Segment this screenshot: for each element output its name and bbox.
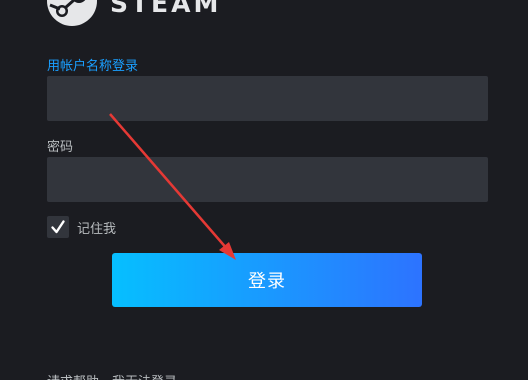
account-name-label: 用帐户名称登录 xyxy=(47,59,139,74)
remember-me[interactable]: 记住我 xyxy=(47,216,116,238)
login-button[interactable]: 登录 xyxy=(112,253,422,307)
remember-me-label: 记住我 xyxy=(77,221,117,237)
password-label: 密码 xyxy=(47,140,74,155)
remember-me-checkbox[interactable] xyxy=(47,216,69,238)
account-name-input[interactable] xyxy=(47,76,488,121)
steam-logo: STEAM xyxy=(46,0,221,26)
login-button-label: 登录 xyxy=(248,271,286,292)
checkmark-icon xyxy=(51,220,65,234)
password-input[interactable] xyxy=(47,157,488,202)
help-link[interactable]: 请求帮助，我无法登录 xyxy=(47,371,177,380)
steam-logo-icon xyxy=(47,0,97,26)
steam-login-page: STEAM 用帐户名称登录 密码 记住我 登录 请求帮助，我无法登录 xyxy=(0,0,528,380)
steam-wordmark: STEAM xyxy=(110,0,222,18)
